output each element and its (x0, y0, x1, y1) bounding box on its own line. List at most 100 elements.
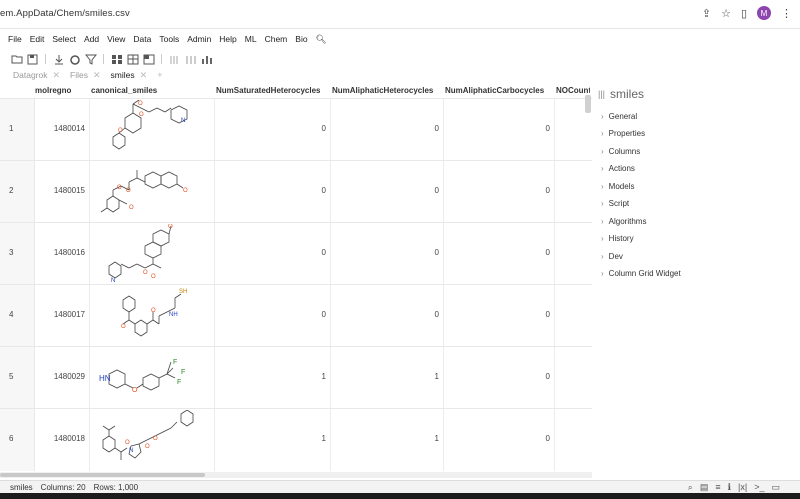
menu-ml[interactable]: ML (245, 34, 257, 44)
address-bar[interactable]: em.AppData/Chem/smiles.csv (0, 8, 130, 19)
panel-item-column-grid-widget[interactable]: › Column Grid Widget (601, 269, 681, 278)
sat-heterocycles-cell[interactable]: 0 (214, 99, 331, 161)
smiles-cell[interactable]: O O O N (89, 99, 215, 161)
panel-item-script[interactable]: › Script (601, 199, 629, 208)
column-header-nocount[interactable]: NOCount (556, 86, 590, 95)
row-number-cell[interactable]: 3 (0, 223, 35, 285)
panel-item-models[interactable]: › Models (601, 182, 634, 191)
console-icon[interactable]: >_ (754, 482, 764, 493)
filter-icon[interactable] (84, 54, 97, 65)
smiles-cell[interactable]: HN O F F F (89, 347, 215, 409)
row-number-cell[interactable]: 5 (0, 347, 35, 409)
ali-carbocycles-cell[interactable]: 0 (443, 409, 555, 471)
table-row[interactable]: 3 1480016 O O O N 0 0 0 (0, 222, 592, 285)
panel-item-dev[interactable]: › Dev (601, 252, 623, 261)
panel-item-algorithms[interactable]: › Algorithms (601, 217, 646, 226)
save-icon[interactable] (26, 54, 39, 65)
menu-chem[interactable]: Chem (265, 34, 288, 44)
sat-heterocycles-cell[interactable]: 1 (214, 347, 331, 409)
close-icon[interactable]: ✕ (53, 70, 61, 81)
row-number-cell[interactable]: 6 (0, 409, 35, 471)
search-icon[interactable]: 🔍︎ (316, 34, 327, 45)
column-header-molregno[interactable]: molregno (35, 86, 71, 95)
ali-heterocycles-cell[interactable]: 0 (330, 285, 444, 347)
menu-edit[interactable]: Edit (30, 34, 45, 44)
screen-icon[interactable]: ▭ (771, 482, 780, 493)
panel-item-history[interactable]: › History (601, 234, 634, 243)
table-row[interactable]: 4 1480017 O O NH SH 0 0 0 (0, 284, 592, 347)
molregno-cell[interactable]: 1480014 (34, 99, 90, 161)
close-icon[interactable]: ✕ (140, 70, 148, 81)
molregno-cell[interactable]: 1480018 (34, 409, 90, 471)
menu-tools[interactable]: Tools (159, 34, 179, 44)
ali-carbocycles-cell[interactable]: 0 (443, 285, 555, 347)
column-header-num-aliphatic-carbocycles[interactable]: NumAliphaticCarbocycles (445, 86, 544, 95)
smiles-cell[interactable]: O N O O (89, 409, 215, 471)
table-row[interactable]: 1 1480014 O O O N 0 0 0 (0, 98, 592, 161)
ali-heterocycles-cell[interactable]: 1 (330, 347, 444, 409)
panel-item-actions[interactable]: › Actions (601, 164, 635, 173)
menu-admin[interactable]: Admin (187, 34, 211, 44)
search-icon[interactable]: ⌕ (688, 482, 693, 493)
vertical-scrollbar[interactable] (585, 95, 591, 113)
ali-carbocycles-cell[interactable]: 0 (443, 223, 555, 285)
status-table-name[interactable]: smiles (10, 483, 33, 492)
column-header-num-aliphatic-heterocycles[interactable]: NumAliphaticHeterocycles (332, 86, 433, 95)
add-tab-button[interactable]: + (157, 70, 162, 80)
sat-heterocycles-cell[interactable]: 1 (214, 409, 331, 471)
panel-item-general[interactable]: › General (601, 112, 637, 121)
data-grid[interactable]: molregno canonical_smiles NumSaturatedHe… (0, 84, 592, 472)
smiles-cell[interactable]: O O O N (89, 223, 215, 285)
sat-heterocycles-cell[interactable]: 0 (214, 161, 331, 223)
sat-heterocycles-cell[interactable]: 0 (214, 285, 331, 347)
info-icon[interactable]: ℹ (728, 482, 731, 493)
table-row[interactable]: 6 1480018 O N O O 1 1 0 (0, 408, 592, 471)
avatar[interactable]: M (757, 6, 771, 20)
table-row[interactable]: 5 1480029 HN O F F F 1 1 0 (0, 346, 592, 409)
rows-icon[interactable] (184, 54, 197, 65)
properties-icon[interactable]: ≡ (715, 482, 720, 493)
molregno-cell[interactable]: 1480016 (34, 223, 90, 285)
column-header-num-saturated-heterocycles[interactable]: NumSaturatedHeterocycles (216, 86, 320, 95)
row-number-cell[interactable]: 2 (0, 161, 35, 223)
menu-help[interactable]: Help (219, 34, 236, 44)
menu-bio[interactable]: Bio (295, 34, 307, 44)
panel-item-properties[interactable]: › Properties (601, 129, 645, 138)
menu-data[interactable]: Data (133, 34, 151, 44)
ali-heterocycles-cell[interactable]: 1 (330, 409, 444, 471)
menu-add[interactable]: Add (84, 34, 99, 44)
table-row[interactable]: 2 1480015 O O O O 0 0 0 (0, 160, 592, 223)
ali-carbocycles-cell[interactable]: 0 (443, 347, 555, 409)
refresh-icon[interactable] (68, 54, 81, 65)
download-icon[interactable] (52, 54, 65, 65)
ali-carbocycles-cell[interactable]: 0 (443, 99, 555, 161)
sidepanel-icon[interactable]: ▯ (741, 7, 747, 20)
scrollbar-thumb[interactable] (0, 473, 205, 477)
panel-item-columns[interactable]: › Columns (601, 147, 640, 156)
row-number-cell[interactable]: 4 (0, 285, 35, 347)
column-header-canonical-smiles[interactable]: canonical_smiles (91, 86, 157, 95)
layout-icon[interactable] (142, 54, 155, 65)
smiles-cell[interactable]: O O O O (89, 161, 215, 223)
ali-heterocycles-cell[interactable]: 0 (330, 161, 444, 223)
molregno-cell[interactable]: 1480015 (34, 161, 90, 223)
tab-datagrok[interactable]: Datagrok ✕ (13, 70, 60, 81)
variables-icon[interactable]: |x| (738, 482, 747, 493)
smiles-cell[interactable]: O O NH SH (89, 285, 215, 347)
open-folder-icon[interactable] (10, 54, 23, 65)
share-icon[interactable]: ⇪ (702, 7, 711, 20)
columns-icon[interactable] (168, 54, 181, 65)
menu-file[interactable]: File (8, 34, 22, 44)
tab-files[interactable]: Files ✕ (70, 70, 101, 81)
sat-heterocycles-cell[interactable]: 0 (214, 223, 331, 285)
ali-heterocycles-cell[interactable]: 0 (330, 223, 444, 285)
ali-carbocycles-cell[interactable]: 0 (443, 161, 555, 223)
menu-view[interactable]: View (107, 34, 125, 44)
molregno-cell[interactable]: 1480017 (34, 285, 90, 347)
table-icon[interactable]: ▤ (700, 482, 709, 493)
chart-icon[interactable] (200, 54, 213, 65)
more-icon[interactable]: ⋮ (781, 7, 792, 20)
tab-smiles[interactable]: smiles ✕ (111, 70, 148, 81)
close-icon[interactable]: ✕ (93, 70, 101, 81)
molregno-cell[interactable]: 1480029 (34, 347, 90, 409)
